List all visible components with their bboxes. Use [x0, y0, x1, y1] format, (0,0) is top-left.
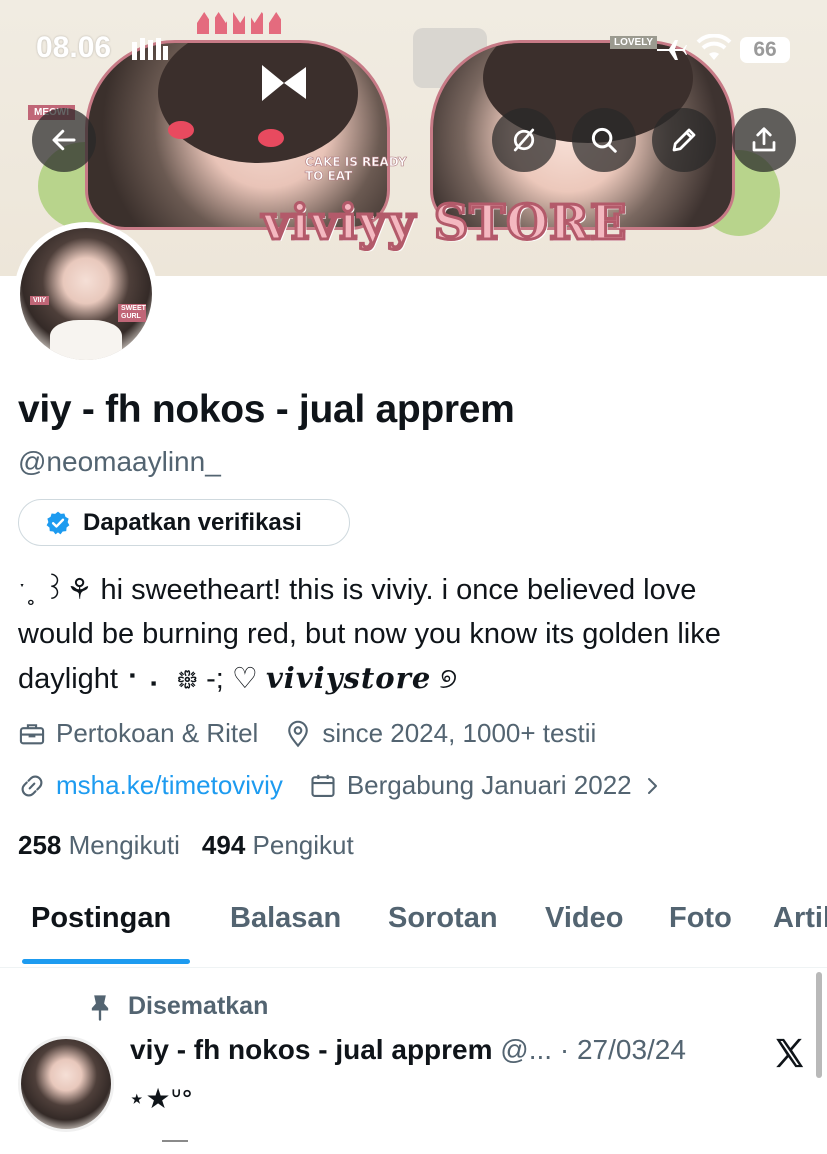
- avatar-tag-a: VIIY: [30, 296, 50, 305]
- verified-badge-icon: [46, 511, 70, 534]
- profile-website[interactable]: msha.ke/timetoviviy: [18, 770, 283, 801]
- banner-store-title: viviyy STORE: [260, 194, 628, 253]
- chevron-right-icon: [647, 777, 657, 794]
- profile-handle: @neomaaylinn_: [18, 446, 221, 477]
- tab-replies[interactable]: Balasan: [230, 902, 341, 935]
- battery-indicator: 66: [740, 37, 790, 63]
- tab-posts[interactable]: Postingan: [31, 902, 171, 935]
- tab-highlights[interactable]: Sorotan: [388, 902, 498, 935]
- follow-stats: 258 Mengikuti 494 Pengikut: [18, 830, 354, 861]
- scrollbar[interactable]: [816, 972, 822, 1078]
- avatar-tag-b: SWEET GURL: [118, 304, 146, 322]
- profile-tabs: Postingan Balasan Sorotan Video Foto Art…: [0, 880, 827, 968]
- calendar-icon: [311, 774, 335, 797]
- following-count: 258: [18, 830, 62, 860]
- profile-joined-label: Bergabung Januari 2022: [346, 770, 632, 800]
- hide-button[interactable]: [492, 108, 556, 172]
- profile-category-label: Pertokoan & Ritel: [56, 718, 259, 748]
- post-text: ⋆★ᐡᐤ: [128, 1083, 193, 1114]
- profile-avatar[interactable]: VIIY SWEET GURL: [14, 222, 158, 366]
- followers-count: 494: [201, 830, 246, 860]
- post-header: viy - fh nokos - jual apprem @... · 27/0…: [130, 1034, 686, 1066]
- share-button[interactable]: [732, 108, 796, 172]
- location-pin-icon: [288, 720, 309, 747]
- tab-video[interactable]: Video: [545, 902, 623, 935]
- wifi-icon: [696, 34, 732, 60]
- profile-display-name: viy - fh nokos - jual apprem: [18, 388, 515, 431]
- tab-photos[interactable]: Foto: [669, 902, 732, 935]
- pinned-indicator: Disematkan: [88, 992, 268, 1021]
- bio-line-3: daylight ⠂⠄ ᪥ -; ♡ viviystore ୭: [18, 656, 818, 701]
- search-icon: [591, 127, 617, 153]
- profile-category: Pertokoan & Ritel: [18, 718, 258, 749]
- followers-link[interactable]: 494 Pengikut: [202, 830, 354, 860]
- post-date[interactable]: 27/03/24: [577, 1034, 686, 1065]
- bio-store-name: viviystore: [265, 661, 432, 695]
- status-time: 08.06: [36, 31, 112, 64]
- link-icon: [21, 775, 43, 796]
- bio-line-3-end: ୭: [431, 663, 458, 695]
- avatar-image: VIIY SWEET GURL: [20, 228, 152, 360]
- following-link[interactable]: 258 Mengikuti: [18, 830, 180, 860]
- get-verified-button[interactable]: Dapatkan verifikasi: [18, 499, 350, 546]
- profile-meta-row-2: msha.ke/timetoviviy Bergabung Januari 20…: [18, 770, 690, 801]
- x-logo-icon: [776, 1038, 804, 1068]
- bio-line-1: ˑ˳ ꒱⚘ hi sweetheart! this is viviy. i on…: [18, 574, 697, 606]
- profile-bio: ˑ˳ ꒱⚘ hi sweetheart! this is viviy. i on…: [18, 568, 818, 701]
- status-bar: 08.06 66: [0, 0, 827, 100]
- banner-cake-text: CAKE IS READY TO EAT: [305, 155, 407, 184]
- pinned-label: Disematkan: [128, 992, 269, 1020]
- post-media-hint: [162, 1140, 188, 1142]
- edit-button[interactable]: [652, 108, 716, 172]
- following-label: Mengikuti: [68, 830, 180, 860]
- profile-joined[interactable]: Bergabung Januari 2022: [309, 770, 664, 801]
- profile-location-label: since 2024, 1000+ testii: [322, 718, 597, 748]
- tab-articles[interactable]: Artikel: [773, 902, 827, 935]
- post-author-avatar[interactable]: [18, 1036, 114, 1132]
- briefcase-icon: [19, 723, 45, 744]
- bio-line-3-text: daylight ⠂⠄ ᪥ -; ♡: [18, 663, 266, 695]
- active-tab-indicator: [22, 959, 190, 964]
- arrow-left-icon: [52, 129, 76, 151]
- eye-slash-icon: [513, 128, 535, 152]
- post-author-name[interactable]: viy - fh nokos - jual apprem: [130, 1034, 493, 1065]
- back-button[interactable]: [32, 108, 96, 172]
- profile-meta-row-1: Pertokoan & Ritel since 2024, 1000+ test…: [18, 718, 622, 749]
- profile-website-link[interactable]: msha.ke/timetoviviy: [56, 770, 283, 801]
- share-icon: [752, 127, 776, 152]
- profile-location: since 2024, 1000+ testii: [284, 718, 596, 749]
- pencil-icon: [672, 128, 696, 152]
- pin-icon: [91, 994, 109, 1021]
- followers-label: Pengikut: [252, 830, 354, 860]
- post-separator: ·: [552, 1034, 577, 1065]
- bio-line-2: would be burning red, but now you know i…: [18, 618, 721, 650]
- airplane-mode-icon: [657, 40, 687, 60]
- signal-bars-icon: [132, 38, 168, 60]
- search-button[interactable]: [572, 108, 636, 172]
- get-verified-label: Dapatkan verifikasi: [83, 508, 302, 536]
- post-author-handle: @...: [500, 1034, 553, 1065]
